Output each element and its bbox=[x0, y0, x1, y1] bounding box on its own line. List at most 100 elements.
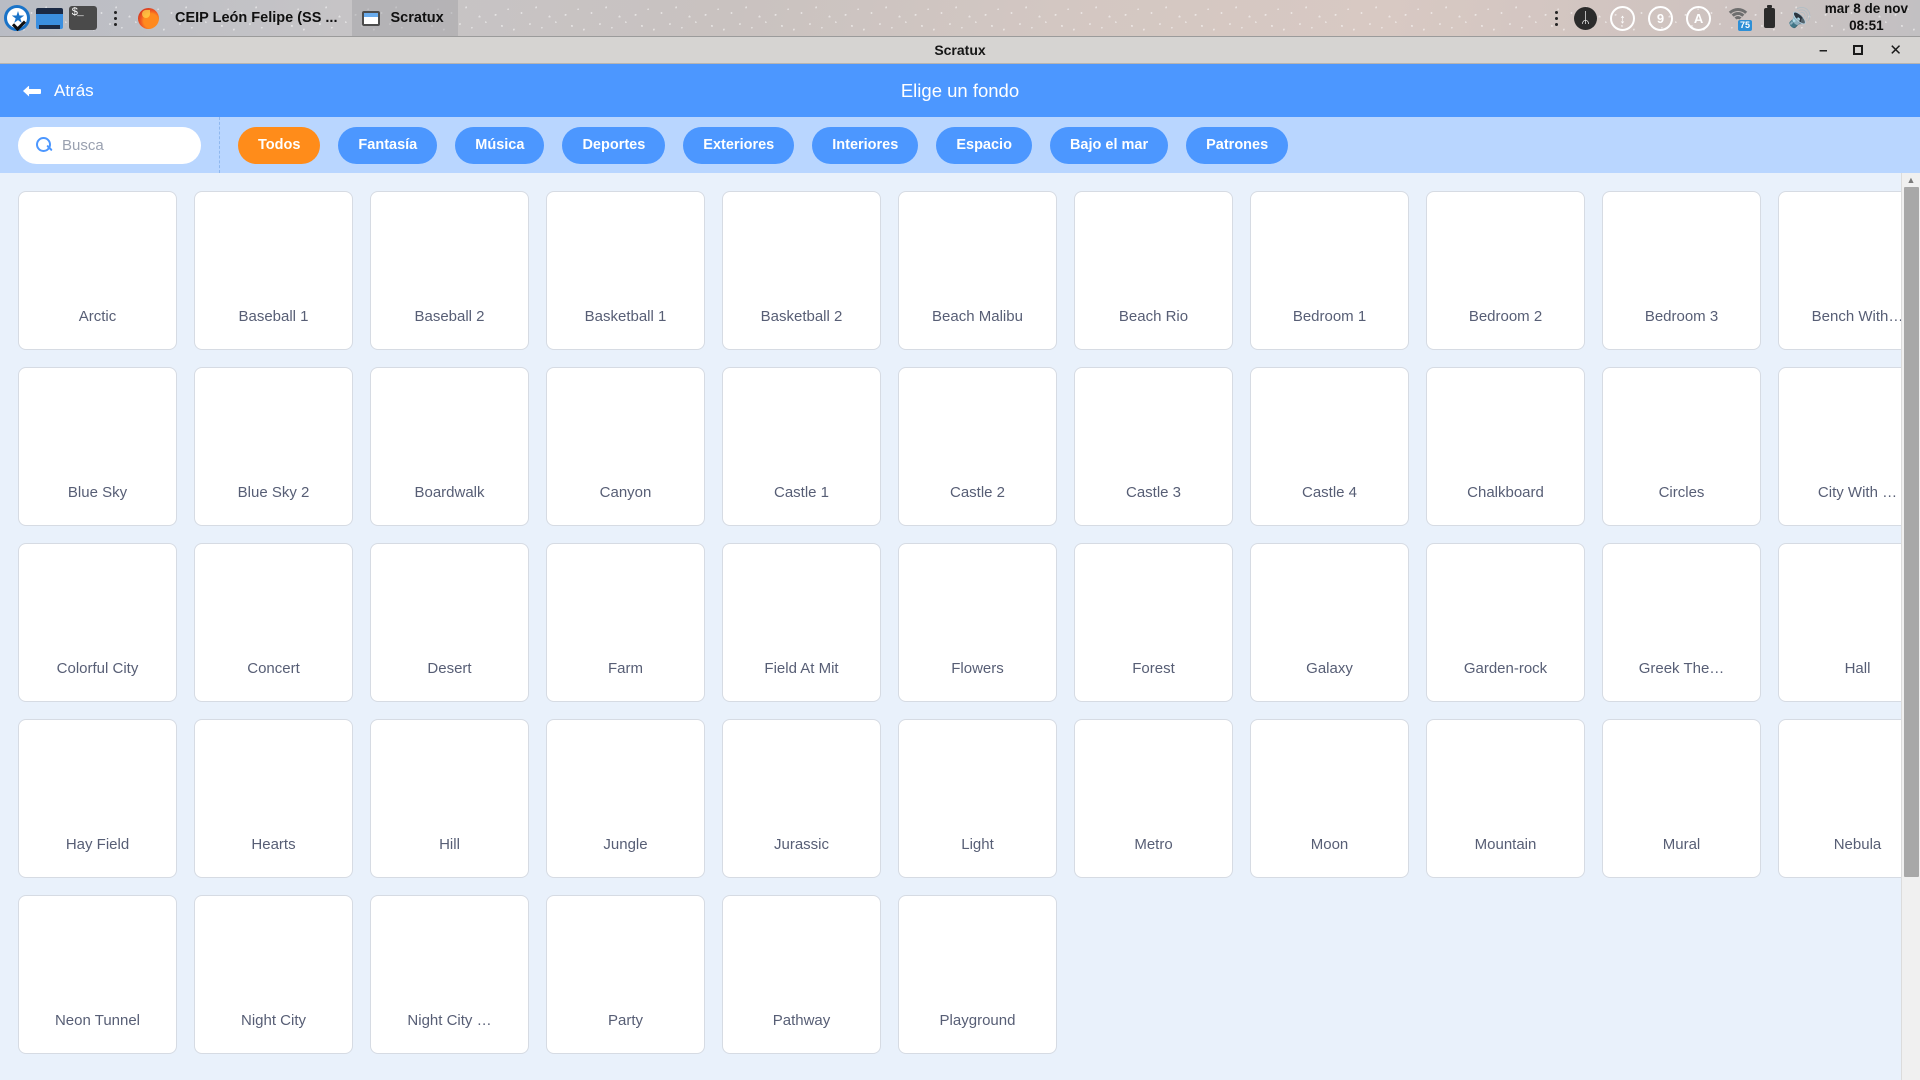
library-card[interactable]: Hay Field bbox=[18, 719, 177, 878]
category-button-fantasía[interactable]: Fantasía bbox=[338, 126, 438, 164]
library-card[interactable]: Galaxy bbox=[1250, 543, 1409, 702]
library-card[interactable]: Blue Sky bbox=[18, 367, 177, 526]
library-card-label: Greek The… bbox=[1638, 660, 1725, 677]
library-card[interactable]: Blue Sky 2 bbox=[194, 367, 353, 526]
back-button[interactable]: Atrás bbox=[0, 81, 94, 101]
scratux-logo-icon[interactable] bbox=[0, 0, 33, 37]
firefox-icon[interactable] bbox=[132, 0, 165, 37]
library-card[interactable]: Night City bbox=[194, 895, 353, 1054]
library-card[interactable]: Hill bbox=[370, 719, 529, 878]
library-card[interactable]: Desert bbox=[370, 543, 529, 702]
library-card[interactable]: Bedroom 2 bbox=[1426, 191, 1585, 350]
wifi-icon[interactable]: 75 bbox=[1724, 7, 1753, 31]
library-card[interactable]: Mountain bbox=[1426, 719, 1585, 878]
library-card[interactable]: Baseball 2 bbox=[370, 191, 529, 350]
library-card-label: Forest bbox=[1132, 660, 1175, 677]
library-card[interactable]: Castle 4 bbox=[1250, 367, 1409, 526]
clock[interactable]: mar 8 de nov 08:51 bbox=[1825, 1, 1908, 35]
library-card[interactable]: Baseball 1 bbox=[194, 191, 353, 350]
library-card-label: Playground bbox=[939, 1012, 1016, 1029]
category-button-exteriores[interactable]: Exteriores bbox=[683, 126, 795, 164]
arrow-left-icon bbox=[17, 83, 41, 99]
library-card[interactable]: Party bbox=[546, 895, 705, 1054]
library-card[interactable]: Boardwalk bbox=[370, 367, 529, 526]
category-button-interiores[interactable]: Interiores bbox=[812, 126, 919, 164]
taskbar-task-scratux-label: Scratux bbox=[390, 10, 444, 26]
library-card[interactable]: Flowers bbox=[898, 543, 1057, 702]
library-card[interactable]: Field At Mit bbox=[722, 543, 881, 702]
category-button-música[interactable]: Música bbox=[455, 126, 545, 164]
library-card[interactable]: Moon bbox=[1250, 719, 1409, 878]
taskbar-task-browser[interactable]: CEIP León Felipe (SS ... bbox=[165, 0, 352, 36]
library-card[interactable]: Metro bbox=[1074, 719, 1233, 878]
library-card[interactable]: City With … bbox=[1778, 367, 1920, 526]
category-button-espacio[interactable]: Espacio bbox=[936, 126, 1032, 164]
maximize-button[interactable] bbox=[1853, 45, 1864, 55]
library-card[interactable]: Colorful City bbox=[18, 543, 177, 702]
category-button-deportes[interactable]: Deportes bbox=[562, 126, 666, 164]
numlock-indicator-icon[interactable]: 9 bbox=[1648, 5, 1674, 31]
window-manager-icon[interactable] bbox=[33, 0, 66, 37]
library-card[interactable]: Forest bbox=[1074, 543, 1233, 702]
keyboard-layout-indicator-icon[interactable]: A bbox=[1686, 5, 1712, 31]
search-input[interactable] bbox=[62, 136, 182, 154]
library-card[interactable]: Mural bbox=[1602, 719, 1761, 878]
library-card-label: Bench With… bbox=[1811, 308, 1904, 325]
taskbar-task-scratux[interactable]: Scratux bbox=[351, 0, 458, 36]
category-button-patrones[interactable]: Patrones bbox=[1186, 126, 1289, 164]
library-card[interactable]: Bedroom 3 bbox=[1602, 191, 1761, 350]
library-card-label: Bedroom 3 bbox=[1644, 308, 1719, 325]
volume-icon[interactable]: 🔊 bbox=[1788, 9, 1812, 28]
library-card[interactable]: Greek The… bbox=[1602, 543, 1761, 702]
category-button-bajo-el-mar[interactable]: Bajo el mar bbox=[1049, 126, 1169, 164]
vertical-scrollbar[interactable]: ▲ bbox=[1901, 173, 1920, 1080]
search-icon bbox=[36, 137, 52, 153]
library-card[interactable]: Beach Rio bbox=[1074, 191, 1233, 350]
library-card[interactable]: Hearts bbox=[194, 719, 353, 878]
library-scroll-area[interactable]: Arctic Baseball 1 Baseball 2 Basketball 1 Ba… bbox=[0, 173, 1920, 1080]
library-card[interactable]: Jurassic bbox=[722, 719, 881, 878]
minimize-button[interactable]: – bbox=[1819, 43, 1827, 58]
library-card-label: Party bbox=[607, 1012, 643, 1029]
library-card[interactable]: Light bbox=[898, 719, 1057, 878]
download-indicator-icon[interactable]: ↕ bbox=[1610, 5, 1636, 31]
library-card[interactable]: Basketball 2 bbox=[722, 191, 881, 350]
library-card[interactable]: Playground bbox=[898, 895, 1057, 1054]
library-card-label: Hay Field bbox=[65, 836, 130, 853]
category-button-todos[interactable]: Todos bbox=[238, 126, 321, 164]
library-card[interactable]: Night City … bbox=[370, 895, 529, 1054]
bluetooth-icon[interactable]: ᛦ bbox=[1574, 6, 1598, 30]
library-card[interactable]: Hall bbox=[1778, 543, 1920, 702]
tray-overflow-icon[interactable] bbox=[1551, 10, 1561, 26]
library-card[interactable]: Castle 2 bbox=[898, 367, 1057, 526]
library-card[interactable]: Jungle bbox=[546, 719, 705, 878]
library-card[interactable]: Bedroom 1 bbox=[1250, 191, 1409, 350]
library-card[interactable]: Chalkboard bbox=[1426, 367, 1585, 526]
library-card[interactable]: Pathway bbox=[722, 895, 881, 1054]
library-card[interactable]: Castle 1 bbox=[722, 367, 881, 526]
scrollbar-thumb[interactable] bbox=[1904, 187, 1919, 877]
library-card[interactable]: Neon Tunnel bbox=[18, 895, 177, 1054]
library-card[interactable]: Farm bbox=[546, 543, 705, 702]
library-card[interactable]: Concert bbox=[194, 543, 353, 702]
library-card[interactable]: Bench With… bbox=[1778, 191, 1920, 350]
search-box[interactable] bbox=[18, 126, 201, 164]
terminal-icon[interactable]: $_ bbox=[66, 0, 99, 37]
battery-icon[interactable] bbox=[1764, 5, 1776, 28]
library-card[interactable]: Canyon bbox=[546, 367, 705, 526]
library-card-label: Night City bbox=[240, 1012, 307, 1029]
app-menu-icon[interactable] bbox=[99, 0, 132, 37]
library-card[interactable]: Beach Malibu bbox=[898, 191, 1057, 350]
library-card-label: Galaxy bbox=[1306, 660, 1353, 677]
library-card-label: Baseball 1 bbox=[238, 308, 309, 325]
library-card[interactable]: Castle 3 bbox=[1074, 367, 1233, 526]
window-controls: – ✕ bbox=[1819, 43, 1920, 58]
library-card[interactable]: Arctic bbox=[18, 191, 177, 350]
library-card[interactable]: Circles bbox=[1602, 367, 1761, 526]
library-card-label: Basketball 2 bbox=[760, 308, 843, 325]
scrollbar-up-arrow-icon[interactable]: ▲ bbox=[1902, 173, 1920, 187]
library-card[interactable]: Garden-rock bbox=[1426, 543, 1585, 702]
library-card[interactable]: Basketball 1 bbox=[546, 191, 705, 350]
close-button[interactable]: ✕ bbox=[1889, 43, 1902, 58]
library-card[interactable]: Nebula bbox=[1778, 719, 1920, 878]
